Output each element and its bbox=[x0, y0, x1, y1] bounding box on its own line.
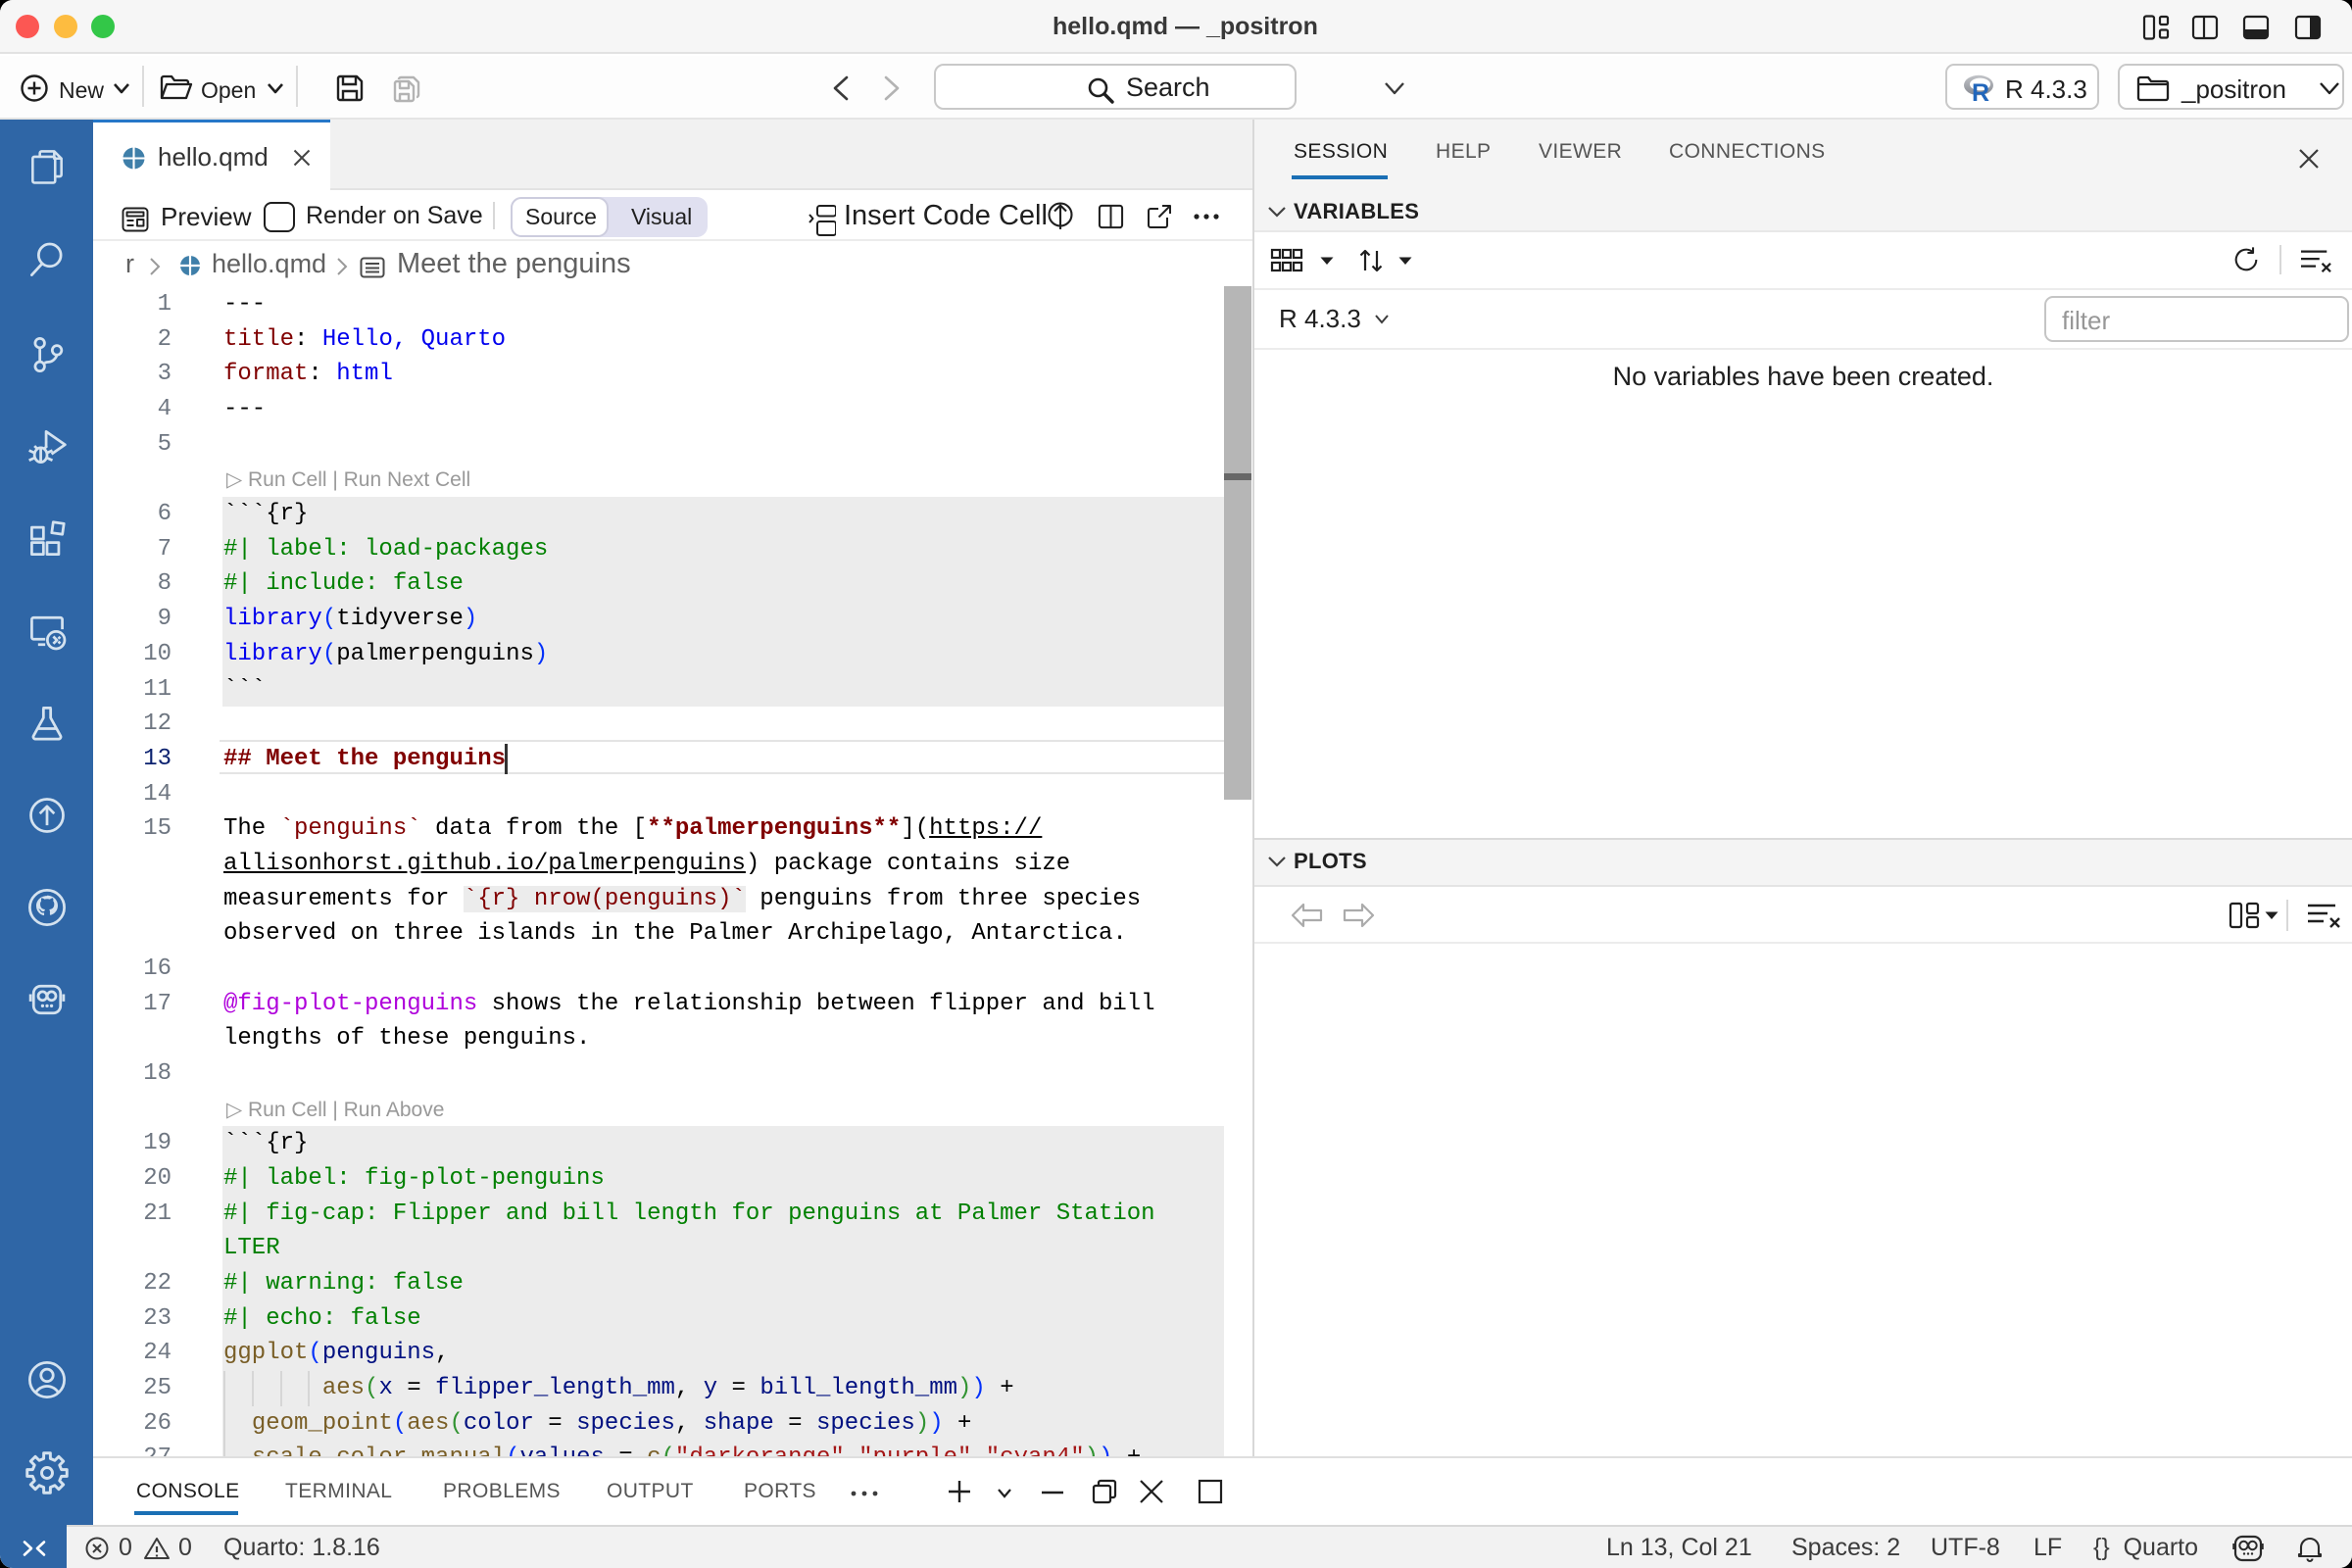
svg-text:R: R bbox=[1972, 79, 1989, 104]
